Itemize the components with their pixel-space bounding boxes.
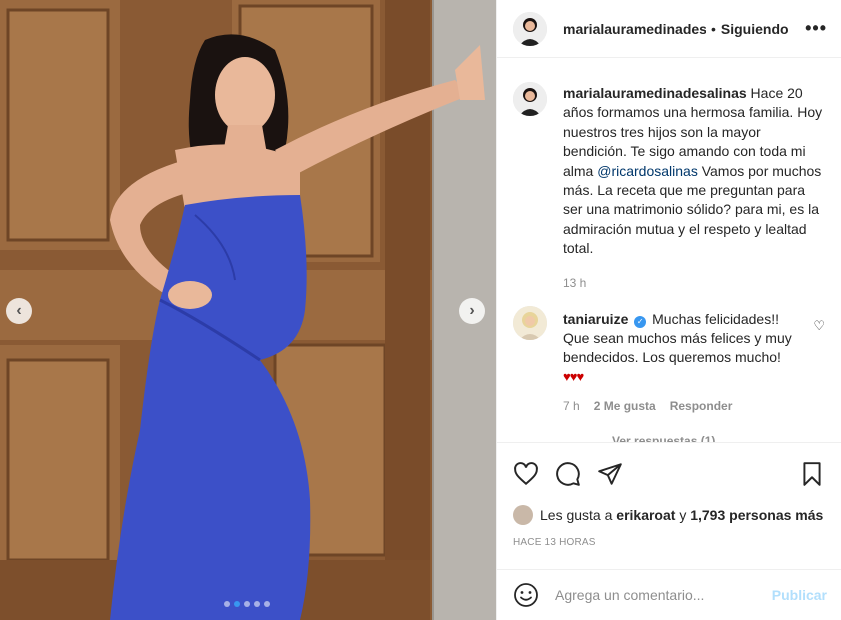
header-separator: • [711, 20, 716, 37]
comments-list[interactable]: marialauramedinadesalinas Hace 20 años f… [497, 58, 841, 442]
commenter-username[interactable]: taniaruize [563, 311, 628, 327]
liker-avatar[interactable] [513, 505, 533, 525]
carousel-dot-active [234, 601, 240, 607]
liker-username[interactable]: erikaroat [616, 507, 675, 523]
carousel-dot [244, 601, 250, 607]
comment-meta: 7 h 2 Me gusta Responder [563, 399, 825, 413]
verified-badge-icon: ✓ [634, 316, 647, 328]
hearts-emoji: ♥♥♥ [563, 369, 584, 384]
chevron-left-icon: ‹ [16, 302, 22, 319]
heart-icon[interactable] [513, 461, 539, 487]
likes-prefix: Les gusta a [540, 507, 613, 523]
photo-illustration [0, 0, 496, 620]
carousel-dots [224, 601, 270, 607]
comment-icon[interactable] [555, 461, 581, 487]
comment-text: taniaruize ✓ Muchas felicidades!! Que se… [563, 310, 808, 367]
author-avatar[interactable] [513, 11, 547, 46]
comment-time[interactable]: 7 h [563, 399, 580, 413]
more-icon[interactable]: ••• [805, 18, 827, 39]
carousel-dot [224, 601, 230, 607]
carousel-dot [254, 601, 260, 607]
post-photo[interactable]: ‹ › [0, 0, 496, 620]
emoji-icon[interactable] [513, 582, 539, 608]
post-sidebar: marialauramedinades • Siguiendo ••• mari… [496, 0, 841, 620]
publish-button[interactable]: Publicar [772, 587, 827, 603]
post-header: marialauramedinades • Siguiendo ••• [497, 0, 841, 58]
author-username[interactable]: marialauramedinades [563, 21, 706, 37]
carousel-prev-button[interactable]: ‹ [6, 298, 32, 324]
comment-likes[interactable]: 2 Me gusta [594, 399, 656, 413]
likes-count[interactable]: 1,793 personas más [690, 507, 823, 523]
chevron-right-icon: › [469, 302, 475, 319]
comment-input[interactable] [555, 587, 772, 603]
bookmark-icon[interactable] [799, 461, 825, 487]
commenter-avatar[interactable] [513, 306, 547, 340]
view-replies-link[interactable]: Ver respuestas (1) [612, 434, 715, 442]
carousel-dot [264, 601, 270, 607]
likes-middle: y [679, 507, 687, 523]
likes-summary: Les gusta a erikaroat y 1,793 personas m… [513, 505, 825, 525]
comment-item: taniaruize ✓ Muchas felicidades!! Que se… [513, 58, 825, 413]
following-button[interactable]: Siguiendo [721, 21, 789, 37]
carousel-next-button[interactable]: › [459, 298, 485, 324]
add-comment-bar: Publicar [497, 569, 841, 620]
post-timestamp[interactable]: HACE 13 HORAS [513, 537, 825, 548]
share-icon[interactable] [597, 461, 623, 487]
reply-button[interactable]: Responder [670, 399, 733, 413]
comment-like-heart-icon[interactable]: ♡ [813, 318, 825, 334]
post-actions: Les gusta a erikaroat y 1,793 personas m… [497, 442, 841, 548]
